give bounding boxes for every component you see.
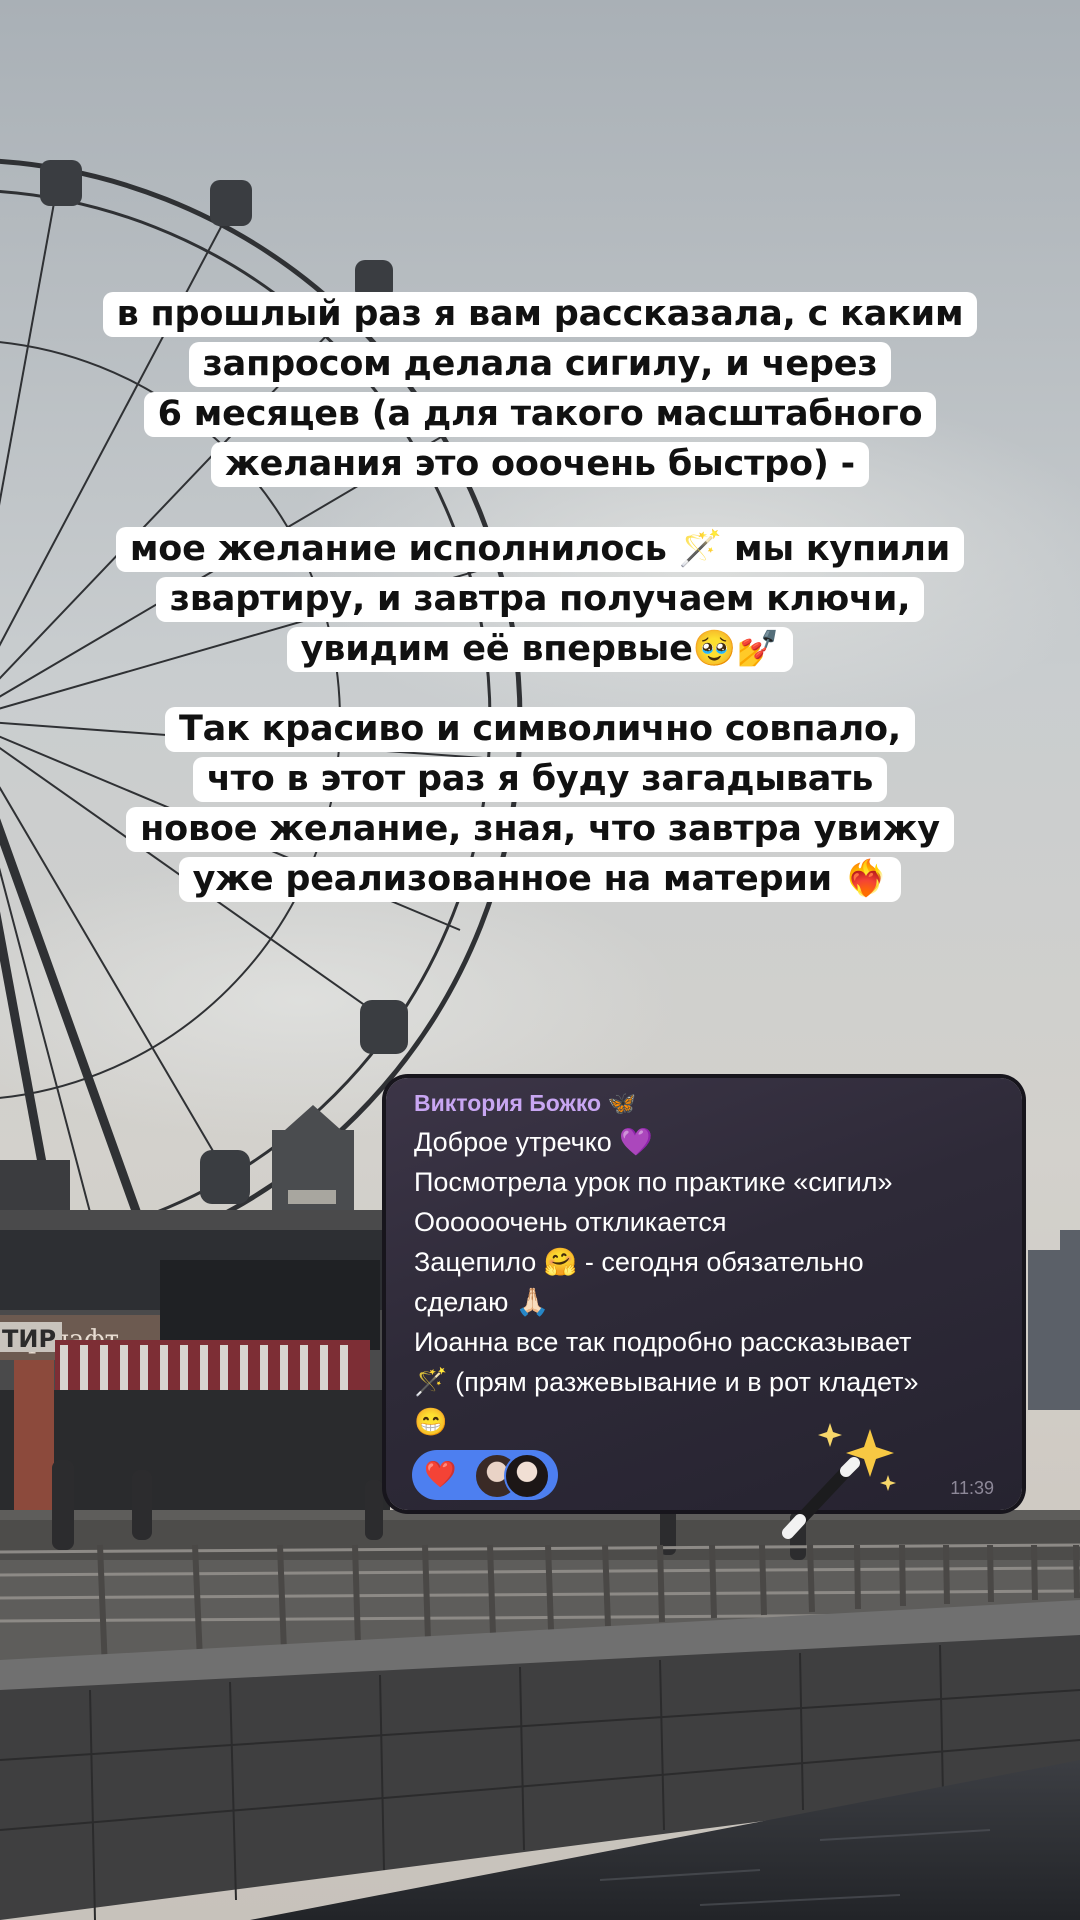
caption-line: желания это ооочень быстро) - [211,442,869,487]
message-text: Доброе утречко 💜 Посмотрела урок по прак… [414,1122,1004,1442]
caption-line: 6 месяцев (а для такого масштабного [143,392,937,437]
message-line: сделаю 🙏🏻 [414,1287,550,1317]
caption-line: уже реализованное на материи ❤️‍🔥 [178,857,902,902]
caption-line: Так красиво и символично совпало, [164,707,915,752]
message-line: Иоанна все так подробно рассказывает [414,1327,912,1357]
message-line: Доброе утречко 💜 [414,1127,653,1157]
message-author: Виктория Божко 🦋 [414,1090,637,1116]
message-line: 😁 [414,1407,448,1437]
story-caption-paragraph-2: мое желание исполнилось 🪄 мы купили звар… [0,527,1080,677]
caption-line: в прошлый раз я вам рассказала, с каким [102,292,978,337]
message-line: Зацепило 🤗 - сегодня обязательно [414,1247,864,1277]
background-photo: ршафт ТИР [0,0,1080,1920]
reaction-pill[interactable]: ❤️ [412,1450,558,1500]
caption-line: что в этот раз я буду загадывать [192,757,888,802]
message-timestamp: 11:39 [950,1478,994,1498]
caption-line: запросом делала сигилу, и через [188,342,892,387]
heart-reaction-icon: ❤️ [424,1460,457,1490]
caption-line: увидим её впервые🥹💅 [286,627,794,672]
story-caption-paragraph-3: Так красиво и символично совпало, что в … [0,707,1080,907]
avatar [504,1453,550,1499]
magic-wand-sparkles-icon [782,1423,896,1539]
message-line: Посмотрела урок по практике «сигил» [414,1167,893,1197]
caption-line: мое желание исполнилось 🪄 мы купили [115,527,965,572]
chat-message-screenshot: Виктория Божко 🦋 Доброе утречко 💜 Посмот… [386,1078,1022,1510]
caption-line: новое желание, зная, что завтра увижу [126,807,954,852]
buildings-right [1028,1230,1080,1410]
message-line: 🪄 (прям разжевывание и в рот кладет» [414,1367,919,1397]
story-caption-paragraph-1: в прошлый раз я вам рассказала, с каким … [0,292,1080,492]
message-line: Оооооочень откликается [414,1207,727,1237]
caption-line: звартиру, и завтра получаем ключи, [155,577,925,622]
svg-text:ТИР: ТИР [2,1325,56,1353]
